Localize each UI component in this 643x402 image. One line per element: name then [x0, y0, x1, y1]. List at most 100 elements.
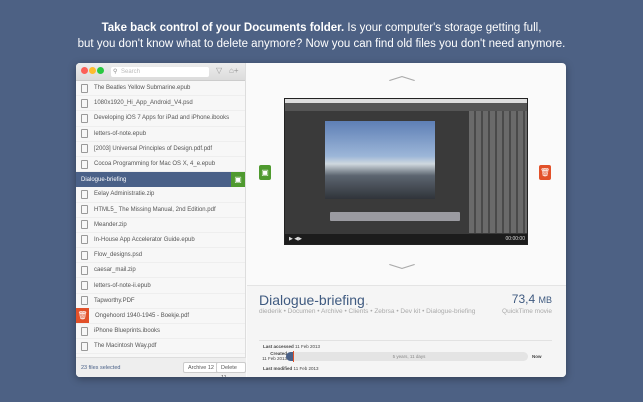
file-row[interactable]: [2003] Universal Principles of Design.pd… — [76, 142, 245, 157]
age-text: 5 years, 11 days — [392, 354, 426, 359]
file-name: Cocoa Programming for Mac OS X, 4_e.epub — [94, 161, 216, 168]
headline-text-2: but you don't know what to delete anymor… — [77, 38, 566, 50]
archive-icon[interactable]: ▣ — [231, 172, 245, 188]
file-name: caesar_mail.zip — [94, 267, 136, 274]
image-icon — [81, 250, 88, 260]
search-icon: ⚲ — [113, 69, 118, 75]
zoom-button[interactable] — [97, 67, 104, 74]
file-row[interactable]: iPhone Blueprints.ibooks — [76, 324, 245, 340]
file-row[interactable]: HTML5_ The Missing Manual, 2nd Edition.p… — [76, 203, 245, 218]
file-row[interactable]: In-House App Accelerator Guide.epub — [76, 233, 245, 249]
chevron-down-icon[interactable]: ﹀ — [388, 261, 416, 281]
filter-icon[interactable]: ▽ — [216, 66, 222, 75]
sidebar: ⚲ Search ▽ ⌂+ The Beatles Yellow Submarin… — [76, 63, 246, 377]
file-size-unit: MB — [538, 295, 553, 305]
minimize-button[interactable] — [89, 67, 96, 74]
app-window: ⚲ Search ▽ ⌂+ The Beatles Yellow Submarin… — [76, 63, 566, 377]
file-name: Meander.zip — [94, 221, 127, 228]
divider — [259, 340, 552, 341]
file-name: Dialogue-briefing — [81, 176, 127, 183]
folder-icon — [81, 220, 88, 230]
last-modified-value: 11 Feb 2013 — [293, 366, 319, 371]
video-controls[interactable]: ▶ ◀▶ 00:00:00 — [285, 234, 527, 244]
image-icon — [81, 98, 88, 108]
headline: Take back control of your Documents fold… — [0, 20, 643, 52]
document-icon — [81, 113, 88, 123]
file-row[interactable]: Tapworthy.PDF — [76, 294, 245, 309]
preview-pane: ︿ ▣ ▶ ◀▶ 00:00:00 🗑 ﹀ Dialogue-briefing. … — [247, 63, 566, 377]
file-row[interactable]: Meander.zip — [76, 218, 245, 233]
file-title: Dialogue-briefing — [259, 292, 365, 308]
file-name: HTML5_ The Missing Manual, 2nd Edition.p… — [94, 206, 216, 213]
document-icon — [81, 326, 88, 336]
file-name: The Beatles Yellow Submarine.epub — [94, 85, 191, 92]
file-row[interactable]: caesar_mail.zip — [76, 263, 245, 279]
delete-button[interactable]: Delete 11 — [216, 362, 246, 377]
file-list: The Beatles Yellow Submarine.epub 1080x19… — [76, 81, 245, 355]
file-row[interactable]: Developing iOS 7 Apps for iPad and iPhon… — [76, 111, 245, 127]
file-row[interactable]: Cocoa Programming for Mac OS X, 4_e.epub — [76, 157, 245, 173]
file-name: letters-of-note-ii.epub — [94, 282, 151, 289]
document-icon — [81, 341, 88, 351]
add-folder-icon[interactable]: ⌂+ — [229, 66, 239, 75]
search-input[interactable]: ⚲ Search — [111, 67, 209, 77]
preview-panels — [469, 111, 527, 233]
preview-dock — [330, 212, 460, 221]
file-name: Developing iOS 7 Apps for iPad and iPhon… — [94, 115, 230, 122]
document-icon — [81, 144, 88, 154]
document-icon — [81, 281, 88, 291]
document-icon — [81, 235, 88, 245]
file-path: diederik • Documen • Archive • Clients •… — [259, 308, 476, 315]
file-row[interactable]: letters-of-note.epub — [76, 127, 245, 142]
chevron-up-icon[interactable]: ︿ — [388, 65, 416, 85]
document-icon — [81, 205, 88, 215]
selected-count: 23 files selected — [81, 365, 121, 371]
file-row[interactable]: 🗑 Ongehoord 1940-1945 - Boekje.pdf — [76, 308, 245, 324]
archive-icon[interactable]: ▣ — [259, 165, 271, 180]
video-time: 00:00:00 — [505, 236, 525, 242]
document-icon — [81, 83, 88, 93]
search-placeholder: Search — [121, 69, 141, 75]
file-row[interactable]: Eelay Administratie.zip — [76, 187, 245, 203]
trash-icon[interactable]: 🗑 — [539, 165, 551, 180]
file-info: Dialogue-briefing. 73,4 MB diederik • Do… — [247, 285, 566, 377]
now-label: Now — [532, 354, 542, 359]
file-name: iPhone Blueprints.ibooks — [94, 328, 161, 335]
close-button[interactable] — [81, 67, 88, 74]
file-name: [2003] Universal Principles of Design.pd… — [94, 145, 213, 152]
title-dot: . — [364, 292, 369, 308]
last-accessed-value: 11 Feb 2013 — [295, 344, 320, 349]
file-name: Ongehoord 1940-1945 - Boekje.pdf — [95, 312, 190, 319]
bottom-bar: 23 files selected Archive 12 Delete 11 — [76, 357, 246, 377]
last-modified-label: Last modified — [263, 366, 293, 371]
folder-icon — [81, 265, 88, 275]
play-icon[interactable]: ▶ ◀▶ — [289, 236, 302, 242]
file-row[interactable]: 1080x1920_Hi_App_Android_V4.psd — [76, 96, 245, 112]
preview-canvas — [325, 121, 435, 199]
document-icon — [81, 159, 88, 169]
file-name: The Macintosh Way.pdf — [94, 343, 157, 350]
headline-text-1: Is your computer's storage getting full, — [344, 22, 542, 34]
headline-bold: Take back control of your Documents fold… — [101, 22, 345, 34]
file-size: 73,4 — [511, 292, 536, 306]
file-type: QuickTime movie — [502, 308, 552, 315]
file-name: Tapworthy.PDF — [94, 297, 135, 304]
folder-icon — [81, 189, 88, 199]
age-timeline: 5 years, 11 days — [286, 351, 528, 362]
file-row[interactable]: Flow_designs.psd — [76, 248, 245, 264]
file-row[interactable]: letters-of-note-ii.epub — [76, 278, 245, 294]
file-name: letters-of-note.epub — [94, 130, 147, 137]
archive-button[interactable]: Archive 12 — [183, 362, 219, 373]
file-row[interactable]: The Beatles Yellow Submarine.epub — [76, 81, 245, 97]
document-icon — [81, 296, 88, 306]
created-value: 11 Feb 2013 — [262, 356, 287, 361]
file-name: Flow_designs.psd — [94, 252, 143, 259]
last-accessed-label: Last accessed — [263, 344, 294, 349]
file-row[interactable]: Dialogue-briefing ▣ — [76, 172, 245, 188]
file-row[interactable]: The Macintosh Way.pdf — [76, 339, 245, 355]
file-name: Eelay Administratie.zip — [94, 191, 155, 198]
video-preview[interactable]: ▶ ◀▶ 00:00:00 — [284, 98, 528, 245]
document-icon — [81, 129, 88, 139]
file-name: In-House App Accelerator Guide.epub — [94, 236, 195, 243]
trash-icon[interactable]: 🗑 — [76, 308, 89, 324]
